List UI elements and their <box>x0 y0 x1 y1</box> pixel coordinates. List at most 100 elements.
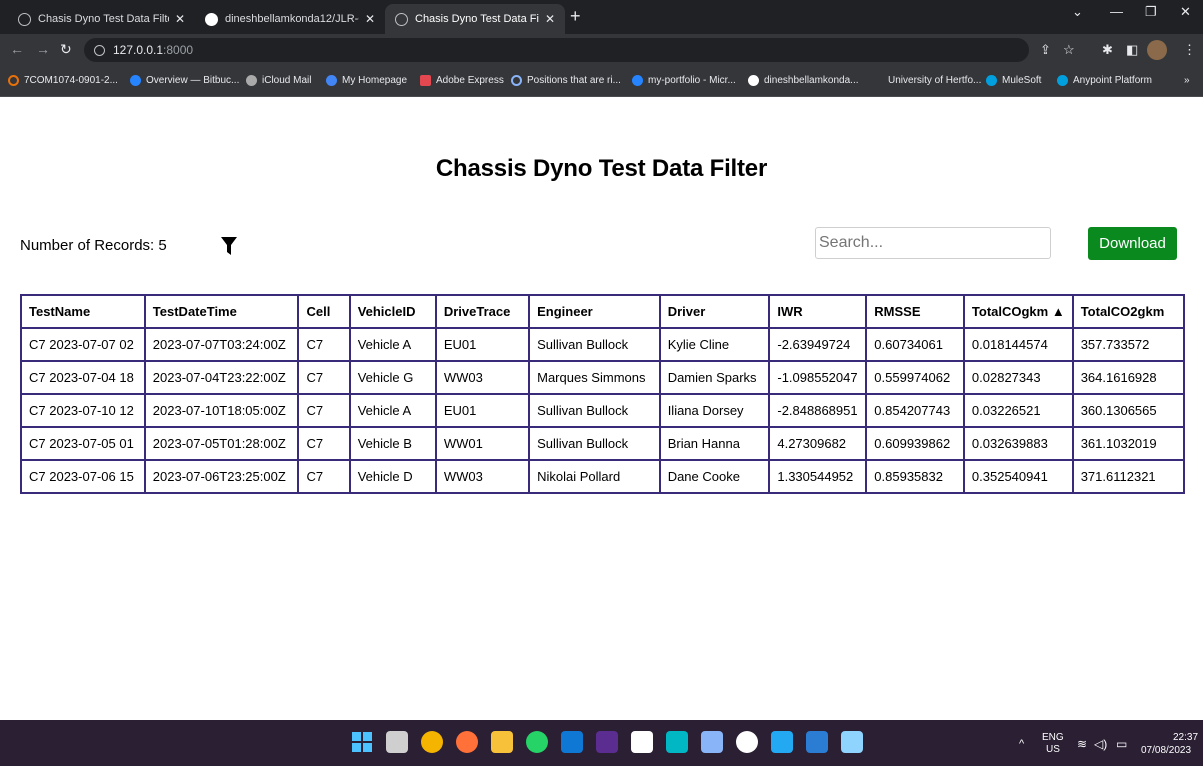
search-input[interactable] <box>815 227 1051 259</box>
forward-arrow-icon[interactable]: → <box>36 41 50 57</box>
table-cell: 371.6112321 <box>1071 459 1186 494</box>
table-cell: 0.559974062 <box>865 360 965 395</box>
bookmark-item[interactable]: Overview — Bitbuc... <box>130 75 239 86</box>
battery-icon[interactable]: ▭ <box>1116 737 1127 751</box>
filter-icon[interactable] <box>221 237 237 255</box>
page-title: Chassis Dyno Test Data Filter <box>435 155 768 182</box>
address-bar[interactable]: 127.0.0.1:8000 <box>84 38 1029 62</box>
table-cell: 2023-07-04T23:22:00Z <box>143 360 300 395</box>
column-header-totalcogkm[interactable]: TotalCOgkm ▲ <box>962 294 1074 329</box>
table-cell: Sullivan Bullock <box>528 393 661 428</box>
table-cell: -2.63949724 <box>768 327 868 362</box>
info-icon[interactable] <box>94 44 105 56</box>
vscode-icon[interactable] <box>771 731 793 753</box>
globe-icon <box>18 12 31 26</box>
table-cell: 0.02827343 <box>962 360 1074 395</box>
language-indicator[interactable]: ENG <box>1042 732 1064 743</box>
volume-icon[interactable]: ◁) <box>1094 737 1107 751</box>
bookmark-item[interactable]: Positions that are ri... <box>511 75 621 86</box>
wifi-icon[interactable]: ≋ <box>1077 737 1087 751</box>
column-header-engineer[interactable]: Engineer <box>528 294 661 329</box>
column-header-vehicleid[interactable]: VehicleID <box>348 294 437 329</box>
bookmarks-bar: 7COM1074-0901-2... Overview — Bitbuc... … <box>0 66 1203 97</box>
bookmark-item[interactable]: Anypoint Platform <box>1057 75 1152 86</box>
record-count: Number of Records: 5 <box>20 237 167 254</box>
chevron-down-icon[interactable]: ⌄ <box>1072 4 1083 20</box>
bookmark-item[interactable]: MuleSoft <box>986 75 1041 86</box>
bookmark-item[interactable]: Adobe Express <box>420 75 504 86</box>
table-cell: 4.27309682 <box>768 426 868 461</box>
column-header-rmsse[interactable]: RMSSE <box>865 294 965 329</box>
close-icon[interactable]: ✕ <box>545 12 555 26</box>
outlook-icon[interactable] <box>561 731 583 753</box>
share-icon[interactable]: ⇪ <box>1040 42 1051 58</box>
table-cell: C7 <box>297 360 351 395</box>
data-table: TestName TestDateTime Cell VehicleID Dri… <box>20 294 1186 494</box>
back-arrow-icon[interactable]: ← <box>10 41 24 57</box>
clock-date[interactable]: 07/08/2023 <box>1141 745 1191 756</box>
bookmark-item[interactable]: 7COM1074-0901-2... <box>8 75 118 86</box>
table-cell: Sullivan Bullock <box>528 426 661 461</box>
file-explorer-icon[interactable] <box>491 731 513 753</box>
table-cell: Vehicle B <box>348 426 437 461</box>
table-cell: WW03 <box>434 360 531 395</box>
column-header-testdatetime[interactable]: TestDateTime <box>143 294 300 329</box>
table-cell: Brian Hanna <box>658 426 771 461</box>
table-row: C7 2023-07-05 01 2023-07-05T01:28:00Z C7… <box>20 426 1186 461</box>
task-view-icon[interactable] <box>386 731 408 753</box>
bookmark-item[interactable]: dineshbellamkonda... <box>748 75 859 86</box>
column-header-drivetrace[interactable]: DriveTrace <box>434 294 531 329</box>
table-row: C7 2023-07-10 12 2023-07-10T18:05:00Z C7… <box>20 393 1186 428</box>
bookmark-item[interactable]: University of Hertfo... <box>888 75 981 86</box>
uipath-icon[interactable] <box>736 731 758 753</box>
notepad-icon[interactable] <box>841 731 863 753</box>
visual-studio-icon[interactable] <box>596 731 618 753</box>
tab-chasis-dyno-1[interactable]: Chasis Dyno Test Data Filter ✕ <box>8 4 195 34</box>
close-icon[interactable]: ✕ <box>175 12 185 26</box>
table-cell: C7 <box>297 459 351 494</box>
table-row: C7 2023-07-04 18 2023-07-04T23:22:00Z C7… <box>20 360 1186 395</box>
bookmark-item[interactable]: my-portfolio - Micr... <box>632 75 736 86</box>
tab-github[interactable]: dineshbellamkonda12/JLR-Codin ✕ <box>195 4 385 34</box>
menu-icon[interactable]: ⋮ <box>1183 42 1196 58</box>
table-cell: C7 2023-07-05 01 <box>20 426 146 461</box>
microsoft-store-icon[interactable] <box>631 731 653 753</box>
firefox-icon[interactable] <box>456 731 478 753</box>
table-cell: 0.60734061 <box>865 327 965 362</box>
star-icon[interactable]: ☆ <box>1063 42 1075 58</box>
windows-start-icon[interactable] <box>351 731 373 753</box>
globe-icon <box>395 12 408 26</box>
app-icon[interactable] <box>666 731 688 753</box>
bookmark-item[interactable]: My Homepage <box>326 75 407 86</box>
new-tab-icon[interactable]: + <box>570 6 581 27</box>
minimize-icon[interactable]: — <box>1110 4 1123 19</box>
word-icon[interactable] <box>806 731 828 753</box>
extensions-icon[interactable]: ✱ <box>1102 42 1113 58</box>
address-url: 127.0.0.1:8000 <box>113 43 194 57</box>
table-cell: Vehicle A <box>348 393 437 428</box>
avatar[interactable] <box>1147 40 1167 60</box>
chevron-up-icon[interactable]: ^ <box>1019 738 1024 750</box>
screen: Chasis Dyno Test Data Filter ✕ dineshbel… <box>0 0 1203 766</box>
table-cell: 0.03226521 <box>962 393 1074 428</box>
column-header-iwr[interactable]: IWR <box>768 294 868 329</box>
restore-icon[interactable]: ❐ <box>1145 4 1157 20</box>
whatsapp-icon[interactable] <box>526 731 548 753</box>
clock-time[interactable]: 22:37 <box>1173 732 1198 743</box>
chrome-icon[interactable] <box>421 731 443 753</box>
table-cell: 1.330544952 <box>768 459 868 494</box>
tab-chasis-dyno-active[interactable]: Chasis Dyno Test Data Filter ✕ <box>385 4 565 34</box>
bookmark-item[interactable]: iCloud Mail <box>246 75 311 86</box>
window-close-icon[interactable]: ✕ <box>1180 4 1191 20</box>
download-button[interactable]: Download <box>1088 227 1177 260</box>
column-header-driver[interactable]: Driver <box>658 294 771 329</box>
column-header-totalco2gkm[interactable]: TotalCO2gkm <box>1071 294 1186 329</box>
side-panel-icon[interactable]: ◧ <box>1126 42 1138 58</box>
close-icon[interactable]: ✕ <box>365 12 375 26</box>
app-icon[interactable] <box>701 731 723 753</box>
tab-title: Chasis Dyno Test Data Filter <box>38 13 169 25</box>
reload-icon[interactable]: ↻ <box>60 41 72 58</box>
column-header-testname[interactable]: TestName <box>20 294 146 329</box>
column-header-cell[interactable]: Cell <box>297 294 351 329</box>
more-bookmarks-icon[interactable]: » <box>1184 75 1190 86</box>
